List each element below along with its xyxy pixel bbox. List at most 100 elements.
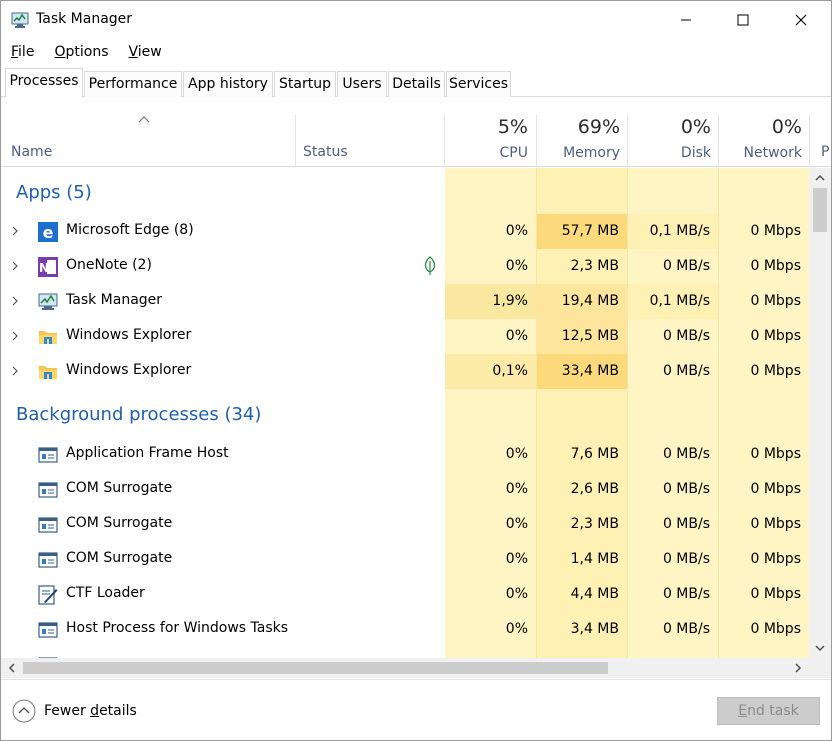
scroll-left-button[interactable]	[1, 658, 23, 678]
maximize-button[interactable]	[714, 1, 772, 39]
disk-value: 0,1 MB/s	[628, 214, 718, 249]
chevron-right-icon	[795, 663, 802, 673]
onenote-icon: N	[38, 257, 58, 277]
chevron-right-icon[interactable]	[11, 365, 19, 381]
network-value: 0 Mbps	[750, 363, 801, 379]
network-total: 0%	[771, 116, 802, 138]
process-name: Windows Explorer	[66, 362, 192, 378]
disk-value: 0 MB/s	[662, 328, 710, 344]
tab-app-history[interactable]: App history	[183, 71, 273, 97]
tab-services[interactable]: Services	[446, 71, 511, 97]
minimize-icon	[681, 19, 691, 21]
cpu-total: 5%	[497, 116, 528, 138]
table-row[interactable]: Task Manager 1,9% 19,4 MB 0,1 MB/s 0 Mbp…	[1, 284, 809, 319]
memory-value: 19,4 MB	[537, 284, 627, 319]
tab-processes[interactable]: Processes	[5, 68, 83, 98]
memory-value: 12,5 MB	[537, 319, 627, 354]
disk-value: 0 MB/s	[662, 258, 710, 274]
group-apps[interactable]: Apps (5)	[1, 178, 809, 213]
end-task-label: nd task	[747, 703, 799, 719]
cpu-value: 0%	[505, 621, 528, 637]
table-row[interactable]: COM Surrogate 0% 2,3 MB 0 MB/s 0 Mbps	[1, 507, 809, 542]
maximize-icon	[737, 14, 749, 26]
tab-startup[interactable]: Startup	[274, 71, 336, 97]
tab-performance[interactable]: Performance	[84, 71, 182, 97]
menu-file[interactable]: File	[1, 41, 44, 65]
end-task-accel: E	[738, 703, 748, 719]
menu-view-label: iew	[137, 44, 162, 60]
header-cpu[interactable]: 5% CPU	[445, 115, 528, 163]
scroll-right-button[interactable]	[787, 658, 809, 678]
table-row[interactable]: CTF Loader 0% 4,4 MB 0 MB/s 0 Mbps	[1, 577, 809, 612]
process-name: Task Manager	[66, 292, 163, 308]
fewer-details-button[interactable]: Fewer details	[44, 703, 137, 719]
tab-details[interactable]: Details	[388, 71, 445, 97]
group-background-title: Background processes (34)	[16, 404, 262, 425]
chevron-right-icon[interactable]	[11, 295, 19, 311]
table-row[interactable]: COM Surrogate 0% 2,6 MB 0 MB/s 0 Mbps	[1, 472, 809, 507]
chevron-right-icon[interactable]	[11, 225, 19, 241]
chevron-right-icon[interactable]	[11, 260, 19, 276]
vertical-scrollbar[interactable]	[809, 168, 831, 658]
cpu-value: 0%	[505, 328, 528, 344]
group-background-processes[interactable]: Background processes (34)	[1, 400, 809, 435]
table-row[interactable]: COM Surrogate 0% 1,4 MB 0 MB/s 0 Mbps	[1, 542, 809, 577]
memory-value: 3,4 MB	[570, 621, 619, 637]
cpu-value: 0%	[505, 551, 528, 567]
tab-users[interactable]: Users	[337, 71, 387, 97]
horizontal-scrollbar[interactable]	[1, 658, 809, 678]
disk-label: Disk	[680, 145, 711, 161]
network-value: 0 Mbps	[750, 516, 801, 532]
title-bar[interactable]: Task Manager	[1, 1, 831, 39]
disk-value: 0 MB/s	[662, 516, 710, 532]
menu-options-accel: O	[54, 44, 66, 60]
header-divider[interactable]	[295, 115, 296, 167]
process-list[interactable]: Apps (5) e Microsoft Edge (8) 0% 57,7 MB…	[1, 168, 809, 658]
table-row[interactable]: Application Frame Host 0% 7,6 MB 0 MB/s …	[1, 437, 809, 472]
tab-strip: Processes Performance App history Startu…	[1, 68, 831, 98]
process-name: OneNote (2)	[66, 257, 152, 273]
sort-ascending-icon[interactable]	[138, 111, 150, 127]
horizontal-scroll-thumb[interactable]	[23, 662, 608, 674]
header-status[interactable]: Status	[303, 144, 348, 160]
table-row[interactable]: N OneNote (2) 0% 2,3 MB 0 MB/s 0 Mbps	[1, 249, 809, 284]
scroll-down-button[interactable]	[809, 638, 831, 658]
memory-total: 69%	[577, 116, 620, 138]
collapse-circle-icon[interactable]	[12, 699, 36, 727]
chevron-right-icon[interactable]	[11, 330, 19, 346]
network-value: 0 Mbps	[750, 551, 801, 567]
scroll-up-button[interactable]	[809, 168, 831, 188]
disk-value: 0 MB/s	[662, 481, 710, 497]
header-memory[interactable]: 69% Memory	[537, 115, 620, 163]
close-icon	[795, 14, 807, 26]
table-row[interactable]: Windows Explorer 0,1% 33,4 MB 0 MB/s 0 M…	[1, 354, 809, 389]
disk-value: 0 MB/s	[662, 621, 710, 637]
minimize-button[interactable]	[657, 1, 715, 39]
cpu-label: CPU	[499, 145, 528, 161]
header-name[interactable]: Name	[11, 144, 52, 160]
memory-value: 1,4 MB	[570, 551, 619, 567]
table-row[interactable]: e Microsoft Edge (8) 0% 57,7 MB 0,1 MB/s…	[1, 214, 809, 249]
menu-view[interactable]: View	[118, 41, 171, 65]
cpu-value: 0%	[505, 516, 528, 532]
header-network[interactable]: 0% Network	[719, 115, 802, 163]
menu-options[interactable]: Options	[44, 41, 118, 65]
network-value: 0 Mbps	[750, 293, 801, 309]
header-divider[interactable]	[809, 115, 810, 167]
header-disk[interactable]: 0% Disk	[628, 115, 711, 163]
task-manager-window: Task Manager File Options View Processes…	[0, 0, 832, 741]
table-row[interactable]: Host Process for Windows Tasks 0% 3,4 MB…	[1, 612, 809, 647]
cpu-value: 0%	[505, 223, 528, 239]
window-title: Task Manager	[36, 11, 133, 27]
window-icon	[38, 480, 58, 500]
end-task-button[interactable]: End task	[717, 697, 820, 725]
vertical-scroll-thumb[interactable]	[813, 188, 827, 232]
process-name: COM Surrogate	[66, 515, 173, 531]
table-row[interactable]: Windows Explorer 0% 12,5 MB 0 MB/s 0 Mbp…	[1, 319, 809, 354]
table-row[interactable]	[1, 647, 809, 658]
memory-value: 7,6 MB	[570, 446, 619, 462]
header-power-truncated[interactable]: P	[821, 144, 829, 160]
process-name: COM Surrogate	[66, 550, 173, 566]
close-button[interactable]	[772, 1, 830, 39]
network-value: 0 Mbps	[750, 586, 801, 602]
